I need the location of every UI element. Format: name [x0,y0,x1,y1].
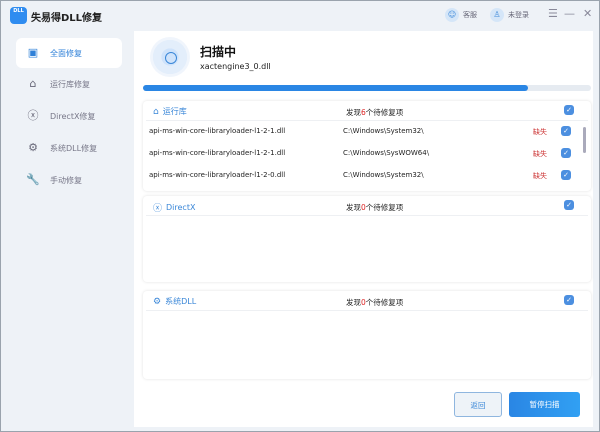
nav-label: 手动修复 [50,175,82,185]
pulse-monitor-icon: ▣ [27,46,39,59]
sidebar-item-manual[interactable]: 🔧 手动修复 [16,165,122,195]
headset-icon: ☺ [445,8,459,22]
section-count: 发现0个待修复项 [346,298,404,307]
nav-label: DirectX修复 [50,111,96,121]
row-checkbox[interactable]: ✓ [561,148,571,158]
support-button[interactable]: ☺ 客服 [445,8,477,22]
section-runtime: ⌂ 运行库 发现6个待修复项 ✓ api-ms-win-core-libraryl… [143,101,591,191]
section-checkbox[interactable]: ✓ [564,105,574,115]
nav-label: 全面修复 [50,48,82,58]
section-name: DirectX [166,203,196,212]
title-bar: DLL 失易得DLL修复 ☺ 客服 ♙ 未登录 ☰ — ✕ [1,1,600,31]
section-checkbox[interactable]: ✓ [564,200,574,210]
app-window: DLL 失易得DLL修复 ☺ 客服 ♙ 未登录 ☰ — ✕ ▣ 全面修复 ⌂ 运行库修复… [0,0,600,432]
table-row: api-ms-win-core-libraryloader-l1-2-1.dll… [149,121,571,141]
radar-icon [150,37,190,77]
x-circle-icon: ⓧ [27,109,39,122]
section-system-dll: ⚙ 系统DLL 发现0个待修复项 ✓ [143,291,591,379]
nav-label: 运行库修复 [50,79,90,89]
sidebar-item-system-dll[interactable]: ⚙ 系统DLL修复 [16,133,122,163]
library-icon: ⌂ [153,106,159,117]
section-name: 系统DLL [165,297,197,306]
app-logo: DLL [10,7,27,24]
section-count: 发现6个待修复项 [346,108,404,117]
section-name: 运行库 [162,107,187,116]
row-checkbox[interactable]: ✓ [561,126,571,136]
gear-icon: ⚙ [28,141,38,154]
scrollbar[interactable] [583,127,586,153]
library-icon: ⌂ [29,77,37,90]
user-icon: ♙ [490,8,504,22]
section-directx: ⓧ DirectX 发现0个待修复项 ✓ [143,196,591,282]
pause-scan-button[interactable]: 暂停扫描 [509,392,580,417]
back-button[interactable]: 返回 [454,392,502,417]
scan-current-file: xactengine3_0.dll [200,62,271,71]
progress-fill [143,85,529,91]
login-label: 未登录 [508,11,529,19]
menu-icon[interactable]: ☰ [548,7,558,20]
login-button[interactable]: ♙ 未登录 [490,8,529,22]
minimize-icon[interactable]: — [564,7,575,20]
app-title: 失易得DLL修复 [31,13,103,24]
gear-icon: ⚙ [153,296,162,307]
row-checkbox[interactable]: ✓ [561,170,571,180]
x-circle-icon: ⓧ [153,204,163,214]
sidebar-item-runtime[interactable]: ⌂ 运行库修复 [16,69,122,99]
sidebar-item-directx[interactable]: ⓧ DirectX修复 [16,101,122,131]
support-label: 客服 [463,11,477,19]
scan-progress-bar [143,85,591,91]
section-checkbox[interactable]: ✓ [564,295,574,305]
section-count: 发现0个待修复项 [346,203,404,212]
main-panel: 扫描中 xactengine3_0.dll ⌂ 运行库 发现6个待修复项 ✓ ap… [134,31,593,427]
table-row: api-ms-win-core-libraryloader-l1-2-1.dll… [149,143,571,163]
table-row: api-ms-win-core-libraryloader-l1-2-0.dll… [149,165,571,185]
scan-title: 扫描中 [200,45,237,59]
close-icon[interactable]: ✕ [583,7,592,20]
nav-label: 系统DLL修复 [50,143,98,153]
sidebar-item-full-repair[interactable]: ▣ 全面修复 [16,38,122,68]
wrench-icon: 🔧 [26,173,40,186]
